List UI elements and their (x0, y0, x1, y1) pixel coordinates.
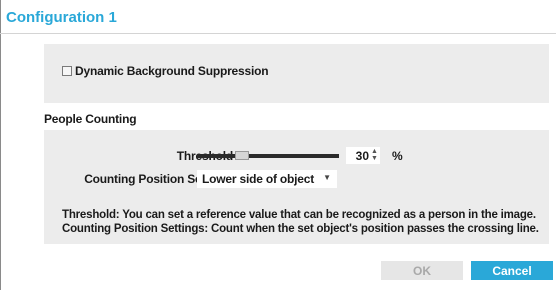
chevron-down-icon[interactable]: ▼ (371, 155, 378, 162)
dynamic-background-suppression-option[interactable]: Dynamic Background Suppression (62, 64, 269, 78)
ok-button[interactable]: OK (381, 261, 463, 280)
people-counting-title: People Counting (44, 112, 137, 126)
cancel-button[interactable]: Cancel (471, 261, 553, 280)
counting-position-select[interactable]: Lower side of object ▼ (197, 170, 337, 188)
threshold-spinbox[interactable]: 30 ▲ ▼ (346, 147, 380, 164)
background-settings-panel: Dynamic Background Suppression (44, 44, 549, 103)
help-position-line: Counting Position Settings: Count when t… (62, 223, 539, 235)
people-counting-panel: Threshold 30 ▲ ▼ % Counting Position Set… (44, 130, 549, 244)
help-text: Threshold: You can set a reference value… (62, 208, 539, 236)
counting-position-value: Lower side of object (202, 172, 315, 186)
caret-down-icon[interactable]: ▼ (323, 173, 331, 182)
dialog-border (0, 0, 1, 290)
dialog-title: Configuration 1 (6, 9, 117, 26)
title-divider (0, 33, 556, 34)
help-threshold-line: Threshold: You can set a reference value… (62, 209, 536, 221)
threshold-slider-thumb[interactable] (235, 151, 249, 160)
dynamic-background-suppression-label: Dynamic Background Suppression (75, 64, 269, 78)
dynamic-background-suppression-checkbox[interactable] (62, 66, 72, 76)
threshold-value: 30 (355, 149, 369, 163)
threshold-slider[interactable] (197, 151, 339, 160)
threshold-unit: % (392, 149, 403, 163)
